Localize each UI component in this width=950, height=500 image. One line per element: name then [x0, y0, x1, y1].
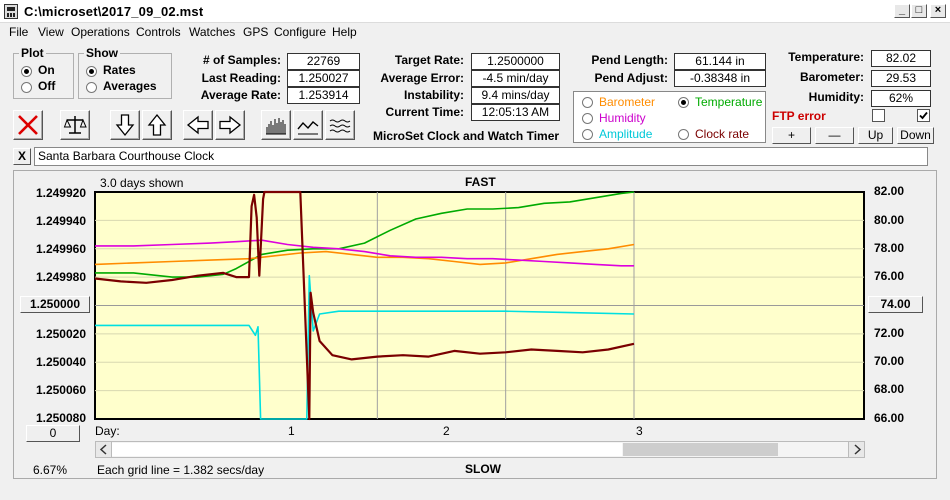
day-tick-2: 2	[443, 424, 450, 438]
right-tick-label: 76.00	[874, 269, 905, 283]
left-tick-label: 1.249960	[35, 242, 86, 256]
left-tick-label: 1.250080	[35, 411, 86, 425]
scroll-left-arrow[interactable]	[96, 442, 112, 457]
right-tick-label: 72.00	[874, 326, 905, 340]
grid-note-label: Each grid line = 1.382 secs/day	[97, 463, 265, 477]
horizontal-scrollbar[interactable]	[95, 441, 865, 458]
scroll-thumb[interactable]	[623, 443, 778, 456]
right-tick-label: 80.00	[874, 213, 905, 227]
day-tick-3: 3	[636, 424, 643, 438]
offset-value-button[interactable]: 0	[26, 425, 80, 442]
chevron-left-icon	[99, 444, 107, 455]
right-tick-label: 66.00	[874, 411, 905, 425]
left-tick-label: 1.249920	[35, 186, 86, 200]
left-tick-label: 1.250020	[35, 327, 86, 341]
fast-label: FAST	[465, 175, 496, 189]
percent-label: 6.67%	[33, 463, 68, 477]
left-center-button[interactable]: 1.250000	[20, 296, 90, 313]
right-tick-label: 68.00	[874, 382, 905, 396]
slow-label: SLOW	[465, 462, 501, 476]
day-tick-1: 1	[288, 424, 295, 438]
left-tick-label: 1.250040	[35, 355, 86, 369]
rate-chart	[94, 190, 865, 421]
chevron-right-icon	[854, 444, 862, 455]
scroll-track	[112, 443, 622, 456]
right-tick-label: 78.00	[874, 241, 905, 255]
right-tick-label: 82.00	[874, 184, 905, 198]
days-shown-label: 3.0 days shown	[100, 176, 184, 190]
left-tick-label: 1.250060	[35, 383, 86, 397]
right-tick-label: 70.00	[874, 354, 905, 368]
day-axis-label: Day:	[95, 424, 120, 438]
right-center-button[interactable]: 74.00	[868, 296, 923, 313]
left-tick-label: 1.249940	[35, 214, 86, 228]
left-tick-label: 1.249980	[35, 270, 86, 284]
scroll-right-arrow[interactable]	[848, 442, 864, 457]
